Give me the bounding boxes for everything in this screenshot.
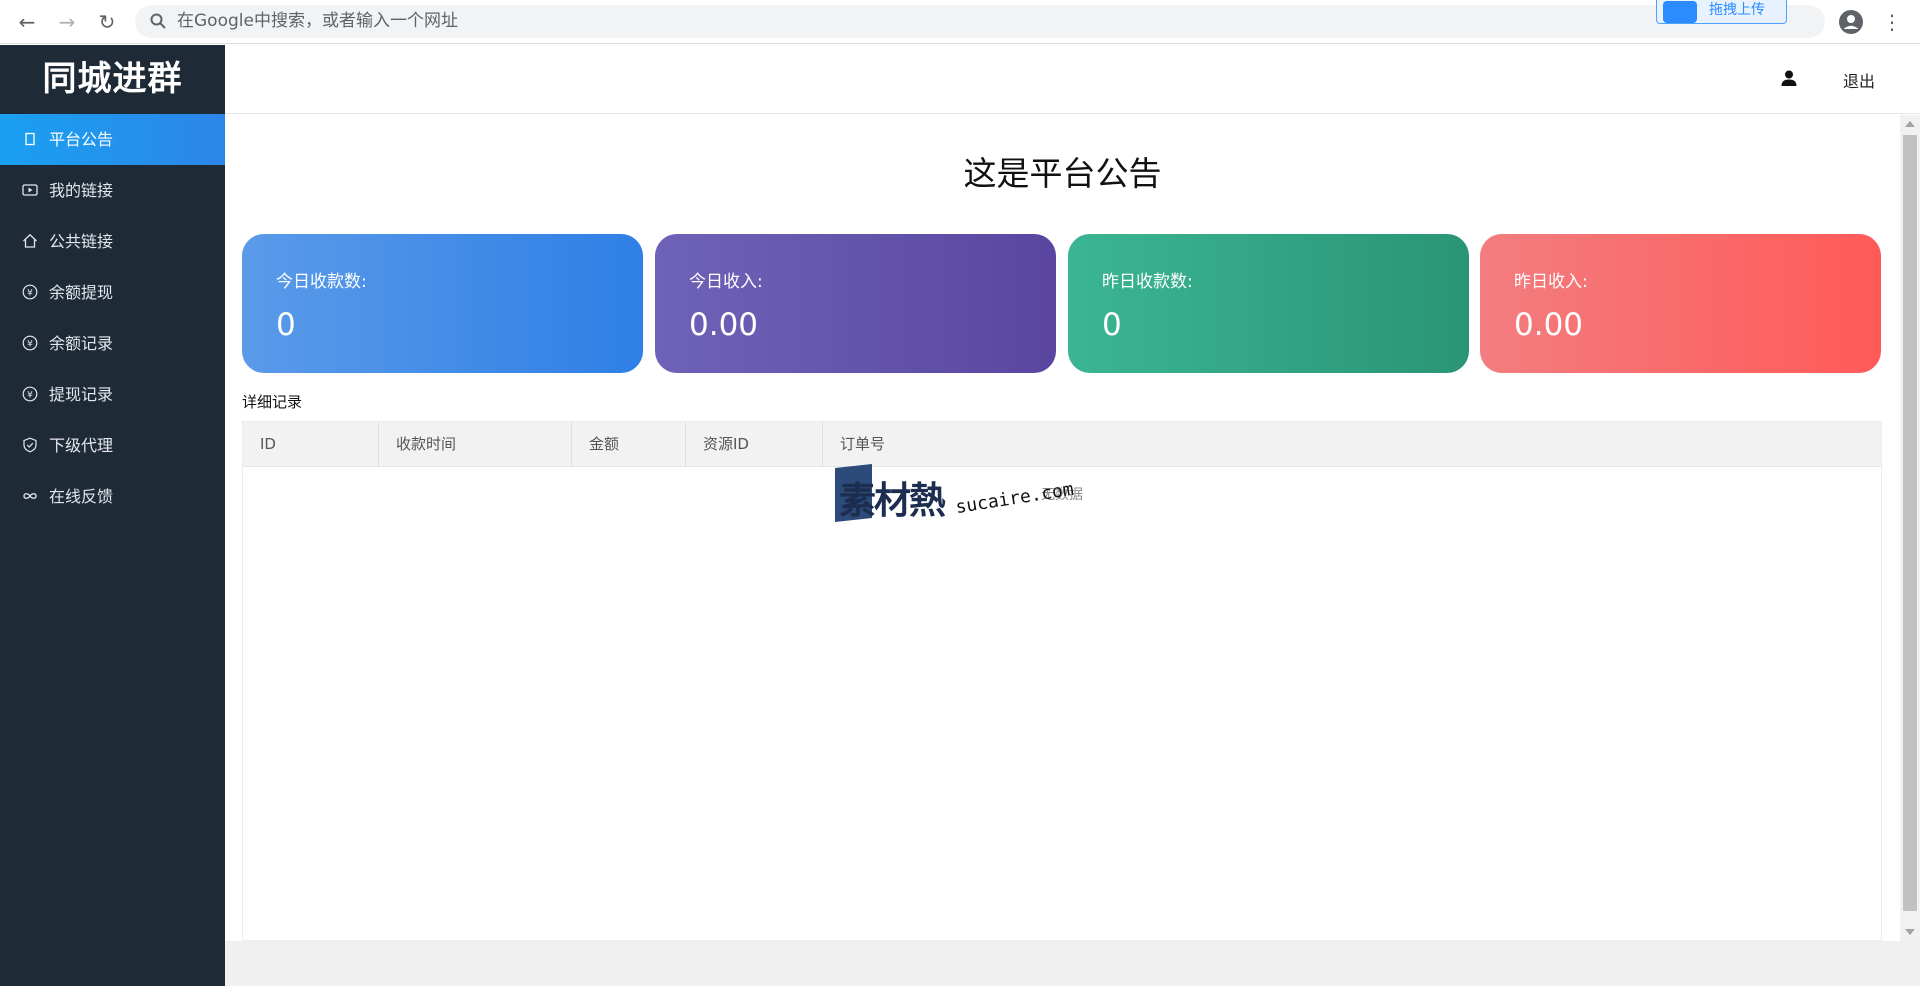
forward-icon[interactable]: →: [54, 9, 80, 35]
upload-extension-button[interactable]: 拖拽上传: [1656, 0, 1787, 24]
column-header-id[interactable]: ID: [243, 422, 379, 467]
stat-card-yesterday-income: 昨日收入: 0.00: [1480, 234, 1881, 373]
user-icon[interactable]: [1780, 69, 1798, 87]
sidebar-item-label: 在线反馈: [49, 487, 114, 506]
column-header-resource-id[interactable]: 资源ID: [686, 422, 823, 467]
stat-card-value: 0: [276, 307, 296, 343]
stat-card-label: 今日收款数:: [276, 272, 367, 292]
sidebar-item-withdraw[interactable]: ¥ 余额提现: [0, 267, 225, 318]
sidebar-item-withdraw-records[interactable]: ¥ 提现记录: [0, 369, 225, 420]
column-header-amount[interactable]: 金额: [572, 422, 686, 467]
svg-text:¥: ¥: [27, 289, 33, 299]
svg-text:¥: ¥: [27, 391, 33, 401]
stat-card-yesterday-count: 昨日收款数: 0: [1068, 234, 1469, 373]
scroll-down-icon[interactable]: [1905, 929, 1915, 935]
sidebar-item-label: 平台公告: [49, 130, 114, 149]
back-icon[interactable]: ←: [14, 9, 40, 35]
top-header: 退出: [225, 45, 1920, 114]
stat-card-value: 0.00: [689, 307, 759, 343]
stat-card-value: 0: [1102, 307, 1122, 343]
logo: 同城进群: [42, 59, 183, 99]
sidebar-item-label: 公共链接: [49, 232, 114, 251]
yen-circle-icon: ¥: [22, 335, 38, 351]
browser-toolbar: ← → ↻ 在Google中搜索，或者输入一个网址 拖拽上传 ⋮: [0, 0, 1920, 44]
sidebar-item-feedback[interactable]: 在线反馈: [0, 471, 225, 522]
watermark-cn: 素材熱: [839, 479, 946, 522]
logout-button[interactable]: 退出: [1843, 68, 1875, 92]
video-icon: [22, 182, 38, 198]
sidebar-item-label: 我的链接: [49, 181, 114, 200]
svg-text:¥: ¥: [27, 340, 33, 350]
sidebar-item-label: 提现记录: [49, 385, 114, 404]
address-bar[interactable]: 在Google中搜索，或者输入一个网址: [135, 5, 1825, 38]
scroll-up-icon[interactable]: [1905, 121, 1915, 127]
stat-card-label: 昨日收入:: [1514, 272, 1588, 292]
sidebar-item-label: 余额提现: [49, 283, 114, 302]
profile-icon[interactable]: [1838, 9, 1864, 35]
sidebar-item-label: 下级代理: [49, 436, 114, 455]
stat-cards: 今日收款数: 0 今日收入: 0.00 昨日收款数: 0 昨日收入: 0.00: [242, 234, 1882, 373]
stat-card-today-income: 今日收入: 0.00: [655, 234, 1056, 373]
yen-circle-icon: ¥: [22, 284, 38, 300]
stat-card-label: 昨日收款数:: [1102, 272, 1193, 292]
home-icon: [22, 233, 38, 249]
watermark: 素材熱 sucaire.com: [835, 464, 1095, 526]
watermark-en: sucaire.com: [954, 478, 1076, 519]
kebab-menu-icon[interactable]: ⋮: [1882, 9, 1902, 35]
main-content: 这是平台公告 今日收款数: 0 今日收入: 0.00 昨日收款数: 0 昨日收入…: [225, 115, 1900, 941]
stat-card-label: 今日收入:: [689, 272, 763, 292]
sidebar-item-public-links[interactable]: 公共链接: [0, 216, 225, 267]
stat-card-value: 0.00: [1514, 307, 1584, 343]
infinity-icon: [22, 488, 38, 504]
footer-strip: [225, 941, 1920, 986]
sidebar-item-label: 余额记录: [49, 334, 114, 353]
reload-icon[interactable]: ↻: [94, 9, 120, 35]
column-header-time[interactable]: 收款时间: [379, 422, 572, 467]
sidebar-item-balance-records[interactable]: ¥ 余额记录: [0, 318, 225, 369]
vertical-scrollbar[interactable]: [1900, 115, 1920, 941]
extension-label: 拖拽上传: [1709, 2, 1765, 18]
address-placeholder: 在Google中搜索，或者输入一个网址: [177, 11, 458, 31]
sidebar-item-sub-agents[interactable]: 下级代理: [0, 420, 225, 471]
column-header-order-no[interactable]: 订单号: [823, 422, 1881, 467]
square-icon: [22, 131, 38, 147]
shield-check-icon: [22, 437, 38, 453]
sidebar-item-my-links[interactable]: 我的链接: [0, 165, 225, 216]
sidebar: 同城进群 平台公告 我的链接 公共链接 ¥ 余额提现 ¥ 余额记录 ¥ 提现记录: [0, 45, 225, 986]
cloud-upload-icon: [1663, 1, 1697, 23]
section-label: 详细记录: [242, 393, 303, 411]
scrollbar-thumb[interactable]: [1903, 135, 1917, 911]
search-icon: [150, 13, 166, 29]
stat-card-today-count: 今日收款数: 0: [242, 234, 643, 373]
page-title: 这是平台公告: [963, 154, 1162, 193]
table-header: ID 收款时间 金额 资源ID 订单号: [243, 422, 1881, 467]
yen-circle-icon: ¥: [22, 386, 38, 402]
sidebar-item-announcement[interactable]: 平台公告: [0, 114, 225, 165]
